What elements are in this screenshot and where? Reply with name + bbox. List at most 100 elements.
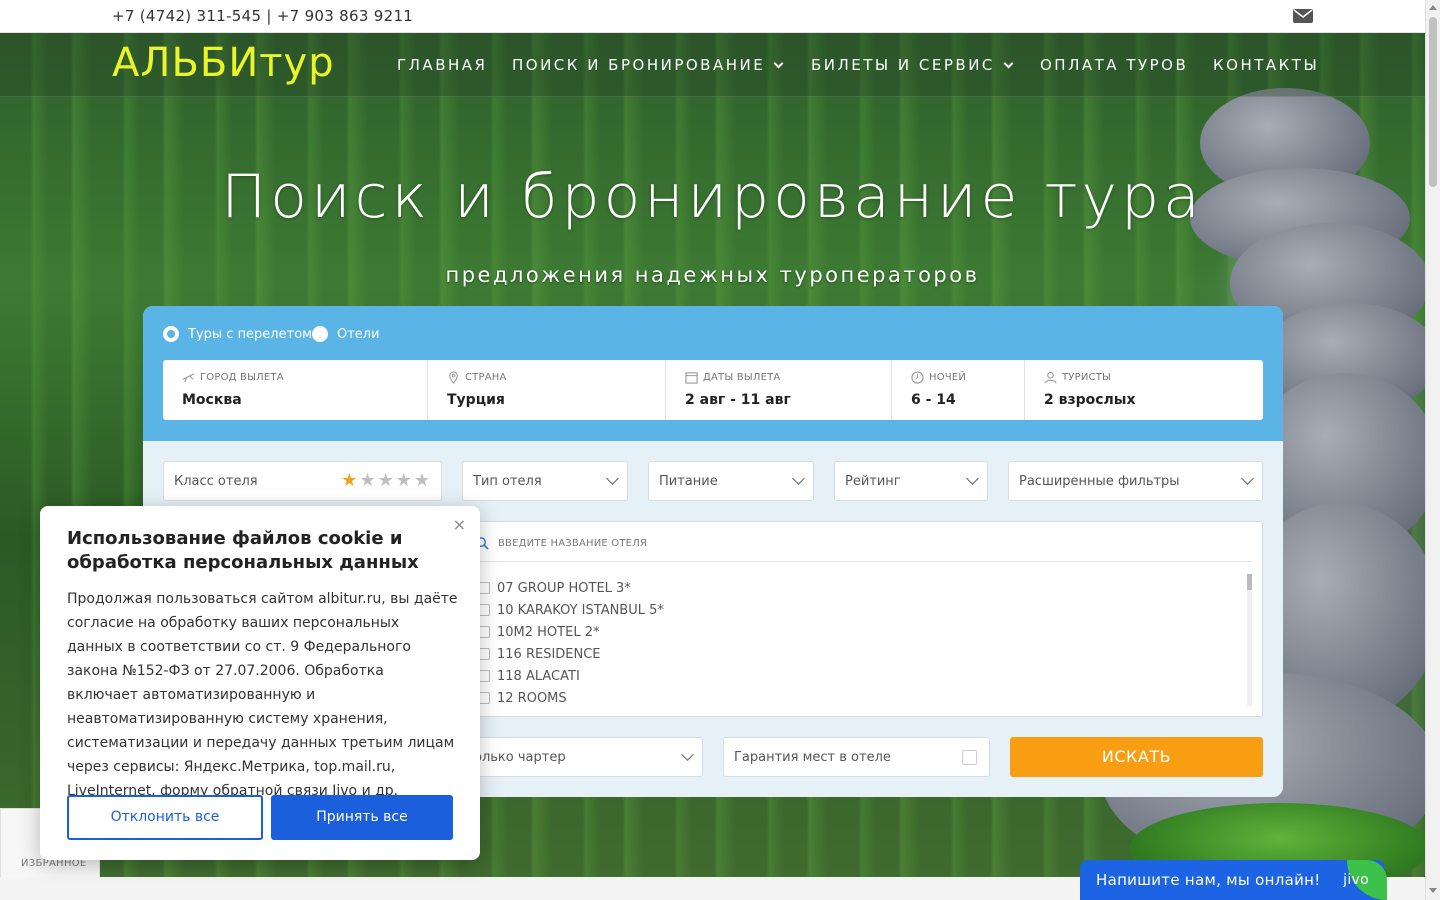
star-icon[interactable]: ★	[396, 472, 412, 490]
star-icon[interactable]: ★	[414, 472, 430, 490]
search-panel-header: Туры с перелетом Отели ГОРОД ВЫЛЕТА Моск…	[143, 306, 1283, 441]
departure-dates-value: 2 авг - 11 авг	[685, 392, 791, 408]
calendar-icon	[685, 372, 698, 384]
hotel-list-item[interactable]: 12 ROOMS	[478, 687, 664, 709]
scroll-down-icon[interactable]	[1429, 888, 1437, 893]
nights-value: 6 - 14	[911, 392, 956, 408]
field-label: ДАТЫ ВЫЛЕТА	[685, 371, 891, 384]
filter-label: Класс отеля	[174, 474, 258, 489]
star-icon[interactable]: ★	[341, 472, 357, 490]
cookie-dialog-title: Использование файлов cookie и обработка …	[67, 528, 419, 573]
chevron-down-icon	[606, 472, 619, 485]
radio-hotels[interactable]: Отели	[312, 326, 380, 342]
radio-label: Туры с перелетом	[188, 326, 312, 342]
star-rating: ★ ★ ★ ★ ★	[341, 472, 430, 490]
hotel-name: 10 KARAKOY ISTANBUL 5*	[497, 602, 664, 618]
nav-item-contacts[interactable]: КОНТАКТЫ	[1213, 56, 1319, 74]
charter-only-select[interactable]: олько чартер	[463, 737, 703, 777]
field-label-text: ГОРОД ВЫЛЕТА	[200, 372, 284, 383]
chevron-down-icon	[773, 58, 784, 69]
country-value: Турция	[447, 392, 505, 408]
star-icon[interactable]: ★	[359, 472, 375, 490]
decline-all-button[interactable]: Отклонить все	[67, 795, 263, 840]
nav-item-tour-payment[interactable]: ОПЛАТА ТУРОВ	[1040, 56, 1188, 74]
departure-dates-field[interactable]: ДАТЫ ВЫЛЕТА 2 авг - 11 авг	[666, 360, 892, 420]
plane-icon	[182, 373, 195, 383]
select-label: олько чартер	[474, 750, 566, 765]
field-label-text: ТУРИСТЫ	[1062, 372, 1112, 383]
chevron-down-icon	[1003, 58, 1014, 69]
field-label: СТРАНА	[447, 371, 665, 384]
hotel-list-item[interactable]: 07 GROUP HOTEL 3*	[478, 577, 664, 599]
radio-label: Отели	[337, 326, 380, 342]
chevron-down-icon	[966, 472, 979, 485]
nav-item-label: ПОИСК И БРОНИРОВАНИЕ	[512, 56, 766, 74]
nav-item-search-booking[interactable]: ПОИСК И БРОНИРОВАНИЕ	[512, 56, 784, 74]
hotel-list-item[interactable]: 118 ALACATI	[478, 665, 664, 687]
select-label: Питание	[659, 474, 718, 489]
select-label: Расширенные фильтры	[1019, 474, 1180, 489]
radio-unselected-icon	[312, 326, 328, 342]
accept-all-button[interactable]: Принять все	[271, 795, 453, 840]
location-pin-icon	[449, 371, 458, 384]
field-label-text: НОЧЕЙ	[929, 372, 967, 383]
chevron-down-icon	[792, 472, 805, 485]
hotel-list: 07 GROUP HOTEL 3* 10 KARAKOY ISTANBUL 5*…	[478, 577, 664, 709]
hotel-name: 118 ALACATI	[497, 668, 580, 684]
field-label: ТУРИСТЫ	[1044, 371, 1263, 384]
nav-item-home[interactable]: ГЛАВНАЯ	[397, 56, 487, 74]
chevron-down-icon	[1241, 472, 1254, 485]
select-label: Рейтинг	[845, 474, 901, 489]
page-subtitle: предложения надежных туроператоров	[445, 263, 980, 287]
chat-widget-text: Напишите нам, мы онлайн!	[1096, 871, 1321, 889]
hotel-list-item[interactable]: 10M2 HOTEL 2*	[478, 621, 664, 643]
cookie-dialog-text: Продолжая пользоваться сайтом albitur.ru…	[67, 591, 458, 799]
departure-city-field[interactable]: ГОРОД ВЫЛЕТА Москва	[163, 360, 428, 420]
hotel-name: 12 ROOMS	[497, 690, 567, 706]
country-field[interactable]: СТРАНА Турция	[428, 360, 666, 420]
field-label: НОЧЕЙ	[911, 371, 1024, 384]
hotel-list-item[interactable]: 10 KARAKOY ISTANBUL 5*	[478, 599, 664, 621]
meals-select[interactable]: Питание	[648, 461, 814, 501]
top-bar: +7 (4742) 311-545 | +7 903 863 9211	[0, 0, 1425, 33]
close-icon[interactable]: ×	[453, 515, 466, 534]
nav-item-label: БИЛЕТЫ И СЕРВИС	[811, 56, 995, 74]
scrollbar-thumb[interactable]	[1247, 574, 1252, 590]
main-search-fields: ГОРОД ВЫЛЕТА Москва СТРАНА Турция ДАТЫ В…	[163, 360, 1263, 420]
tourists-field[interactable]: ТУРИСТЫ 2 взрослых	[1025, 360, 1263, 420]
hotel-name: 116 RESIDENCE	[497, 646, 601, 662]
tourists-value: 2 взрослых	[1044, 392, 1136, 408]
advanced-filters-select[interactable]: Расширенные фильтры	[1008, 461, 1263, 501]
hotel-name: 07 GROUP HOTEL 3*	[497, 580, 631, 596]
scroll-up-icon[interactable]	[1429, 5, 1437, 10]
search-button[interactable]: ИСКАТЬ	[1010, 737, 1263, 777]
departure-city-value: Москва	[182, 392, 242, 408]
nav-item-tickets-service[interactable]: БИЛЕТЫ И СЕРВИС	[811, 56, 1014, 74]
star-icon[interactable]: ★	[378, 472, 394, 490]
chat-widget-button[interactable]: Напишите нам, мы онлайн! jivo	[1080, 860, 1387, 900]
hotel-list-box: ВВЕДИТЕ НАЗВАНИЕ ОТЕЛЯ 07 GROUP HOTEL 3*…	[463, 521, 1263, 717]
jivo-logo: jivo	[1343, 872, 1369, 888]
hotel-name: 10M2 HOTEL 2*	[497, 624, 600, 640]
hotel-search-input[interactable]: ВВЕДИТЕ НАЗВАНИЕ ОТЕЛЯ	[476, 532, 1252, 562]
hotel-list-scrollbar[interactable]	[1247, 574, 1252, 706]
user-icon	[1044, 371, 1057, 384]
radio-tours-with-flight[interactable]: Туры с перелетом	[163, 326, 312, 342]
hotel-class-filter[interactable]: Класс отеля ★ ★ ★ ★ ★	[163, 461, 442, 501]
guarantee-checkbox[interactable]	[962, 750, 977, 765]
mail-icon[interactable]	[1293, 9, 1313, 23]
scrollbar-thumb[interactable]	[1429, 17, 1437, 187]
hotel-list-item[interactable]: 116 RESIDENCE	[478, 643, 664, 665]
cookie-consent-dialog: × Использование файлов cookie и обработк…	[40, 506, 480, 860]
hotel-guarantee-option[interactable]: Гарантия мест в отеле	[723, 737, 990, 777]
chevron-down-icon	[681, 748, 694, 761]
radio-selected-icon	[163, 326, 179, 342]
hotel-type-select[interactable]: Тип отеля	[462, 461, 628, 501]
site-logo[interactable]: АЛЬБИтур	[112, 40, 335, 86]
rating-select[interactable]: Рейтинг	[834, 461, 988, 501]
field-label-text: СТРАНА	[465, 372, 507, 383]
page-scrollbar[interactable]	[1425, 0, 1440, 900]
nights-field[interactable]: НОЧЕЙ 6 - 14	[892, 360, 1025, 420]
phone-numbers[interactable]: +7 (4742) 311-545 | +7 903 863 9211	[112, 7, 413, 25]
option-label: Гарантия мест в отеле	[734, 750, 891, 765]
